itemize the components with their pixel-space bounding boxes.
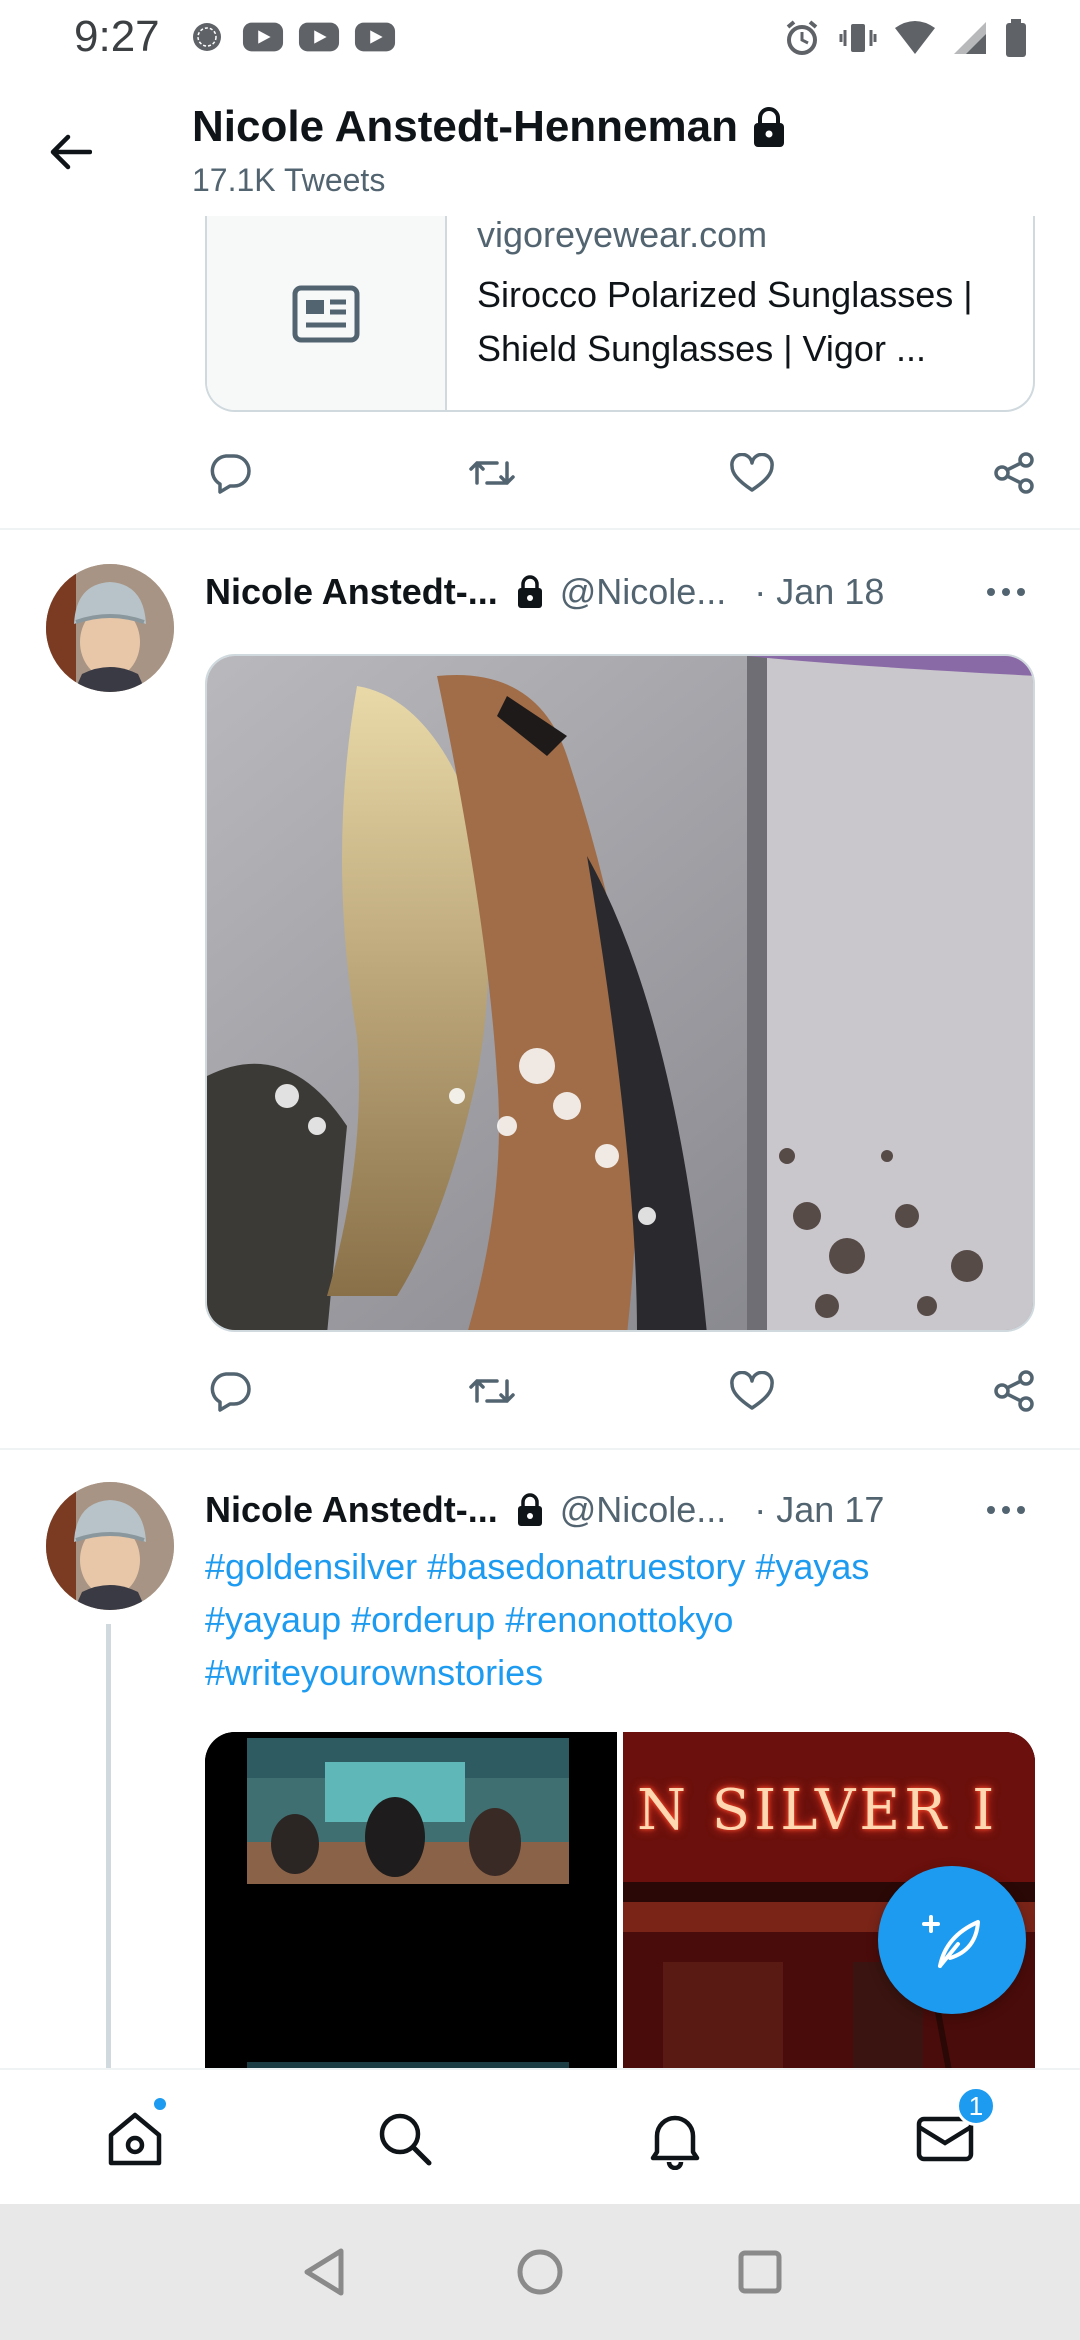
hashtag-link[interactable]: #orderup: [351, 1599, 495, 1640]
heart-icon: [730, 453, 774, 492]
tweet-date: · Jan 18: [754, 571, 885, 612]
system-icons: [782, 18, 1028, 63]
status-bar: 9:27: [0, 0, 1080, 78]
triangle-back-icon: [304, 2248, 344, 2296]
hashtag-link[interactable]: #basedonatruestory: [427, 1546, 745, 1587]
profile-title: Nicole Anstedt-Henneman: [192, 102, 786, 152]
back-button[interactable]: [40, 122, 100, 182]
home-icon: [108, 2112, 162, 2166]
messages-badge: 1: [956, 2086, 996, 2126]
lock-icon: [754, 107, 785, 147]
sign-text: N SILVER I: [637, 1778, 999, 1843]
nav-home[interactable]: [100, 2096, 170, 2174]
tweet-feed[interactable]: vigoreyewear.com Sirocco Polarized Sungl…: [0, 216, 1080, 2068]
lock-icon: [516, 574, 544, 610]
avatar[interactable]: [46, 564, 174, 692]
link-domain: vigoreyewear.com: [477, 216, 768, 255]
like-button[interactable]: [727, 448, 777, 498]
retweet-icon: [469, 1379, 515, 1403]
nav-search[interactable]: [370, 2104, 440, 2174]
more-options-button[interactable]: [980, 572, 1032, 612]
heart-icon: [730, 1371, 774, 1410]
tweet-photo[interactable]: [205, 654, 1035, 1332]
youtube-icon: [242, 20, 284, 54]
compose-tweet-button[interactable]: [878, 1866, 1026, 2014]
retweet-icon: [469, 461, 515, 485]
bell-icon: [650, 2115, 700, 2170]
retweet-button[interactable]: [467, 448, 517, 498]
divider: [0, 528, 1080, 530]
back-arrow-icon: [50, 134, 92, 170]
lock-icon: [516, 1492, 544, 1528]
reply-icon: [210, 454, 251, 494]
nav-notifications[interactable]: [640, 2104, 710, 2174]
status-time: 9:27: [74, 12, 160, 61]
tweet-count: 17.1K Tweets: [192, 162, 386, 198]
wifi-icon: [894, 20, 936, 61]
notification-icons: [186, 20, 396, 54]
more-options-button[interactable]: [980, 1490, 1032, 1530]
hashtag-link[interactable]: #yayas: [755, 1546, 869, 1587]
link-thumbnail: [207, 216, 447, 410]
system-back-button[interactable]: [296, 2244, 352, 2300]
system-navigation-bar: [0, 2204, 1080, 2340]
share-button[interactable]: [989, 1366, 1039, 1416]
tweet-actions: [205, 448, 1035, 508]
author-handle: @Nicole...: [559, 1489, 727, 1530]
more-icon: [987, 588, 1025, 596]
link-title: Sirocco Polarized Sunglasses | Shield Su…: [477, 274, 973, 369]
hashtag-link[interactable]: #yayaup: [205, 1599, 341, 1640]
reply-button[interactable]: [205, 1366, 255, 1416]
search-icon: [379, 2113, 432, 2166]
youtube-icon: [298, 20, 340, 54]
retweet-button[interactable]: [467, 1366, 517, 1416]
avatar[interactable]: [46, 1482, 174, 1610]
tweet-header: Nicole Anstedt-... @Nicole... · Jan 17: [205, 1482, 884, 1538]
compose-feather-icon: [922, 1915, 980, 1968]
more-icon: [987, 1506, 1025, 1514]
divider: [0, 1448, 1080, 1450]
new-content-dot: [152, 2096, 168, 2112]
circle-home-icon: [517, 2249, 563, 2295]
square-recents-icon: [738, 2250, 782, 2294]
author-handle: @Nicole...: [559, 571, 727, 612]
share-button[interactable]: [989, 448, 1039, 498]
cell-signal-icon: [952, 20, 988, 61]
system-recents-button[interactable]: [732, 2244, 788, 2300]
profile-header: Nicole Anstedt-Henneman 17.1K Tweets: [0, 78, 1080, 216]
article-icon: [292, 285, 360, 343]
youtube-icon: [354, 20, 396, 54]
tweet-photo[interactable]: [205, 1732, 617, 2068]
nav-messages[interactable]: 1: [910, 2086, 996, 2174]
profile-name: Nicole Anstedt-Henneman: [192, 102, 739, 151]
hashtag-link[interactable]: #renonottokyo: [505, 1599, 733, 1640]
system-home-button[interactable]: [512, 2244, 568, 2300]
author-name[interactable]: Nicole Anstedt-...: [205, 571, 498, 613]
bottom-navigation: 1: [0, 2068, 1080, 2204]
tweet-text: #goldensilver #basedonatruestory #yayas #y…: [205, 1540, 1025, 1699]
reply-button[interactable]: [205, 448, 255, 498]
alarm-icon: [782, 18, 822, 63]
reply-icon: [210, 1372, 251, 1412]
signal-app-icon: [186, 20, 228, 54]
hashtag-link[interactable]: #writeyourownstories: [205, 1652, 543, 1693]
vibrate-icon: [838, 18, 878, 63]
hashtag-link[interactable]: #goldensilver: [205, 1546, 417, 1587]
tweet-actions: [205, 1366, 1035, 1426]
link-card[interactable]: vigoreyewear.com Sirocco Polarized Sungl…: [205, 216, 1035, 412]
author-name[interactable]: Nicole Anstedt-...: [205, 1489, 498, 1531]
tweet-header: Nicole Anstedt-... @Nicole... · Jan 18: [205, 564, 884, 620]
battery-icon: [1004, 18, 1028, 63]
share-icon: [994, 452, 1034, 494]
like-button[interactable]: [727, 1366, 777, 1416]
share-icon: [994, 1370, 1034, 1412]
thread-line: [106, 1624, 111, 2068]
tweet-date: · Jan 17: [754, 1489, 885, 1530]
